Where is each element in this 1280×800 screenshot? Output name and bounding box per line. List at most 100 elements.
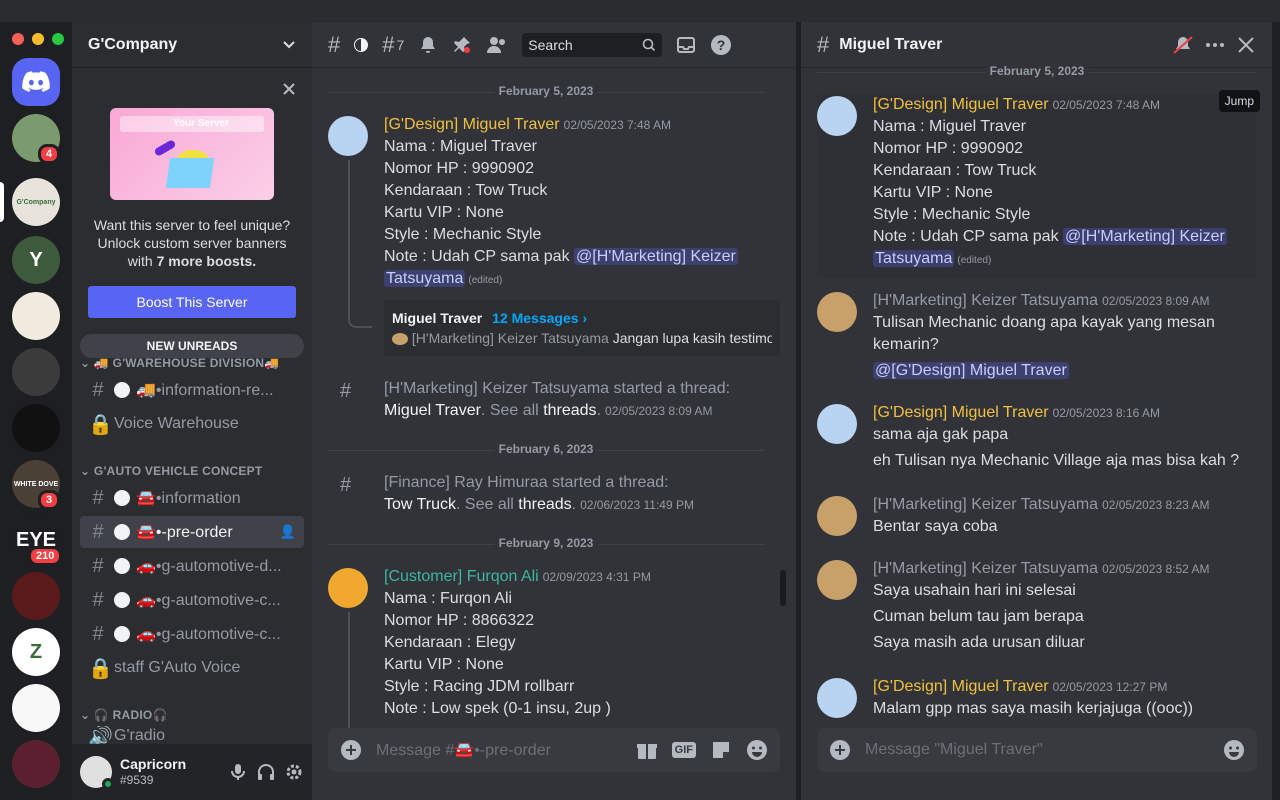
- thread-spine: [348, 160, 372, 328]
- minimize-window-button[interactable]: [32, 33, 44, 45]
- user-mention[interactable]: Tatsuyama: [873, 250, 955, 267]
- search-input[interactable]: Search: [522, 32, 663, 57]
- avatar[interactable]: [328, 568, 368, 608]
- user-mention[interactable]: @[H'Marketing] Keizer: [574, 248, 738, 265]
- close-icon[interactable]: [1236, 35, 1256, 55]
- emoji-icon[interactable]: [1223, 739, 1245, 761]
- gift-icon[interactable]: [636, 739, 658, 761]
- avatar[interactable]: [817, 404, 857, 444]
- avatar[interactable]: [817, 678, 857, 718]
- channel-automotive-c2[interactable]: # 🚗•g-automotive-c...: [80, 618, 304, 650]
- category-warehouse[interactable]: ⌄ 🚚 G'WAREHOUSE DIVISION🚚: [80, 356, 279, 370]
- message[interactable]: [G'Design] Miguel Traver 02/05/2023 7:48 …: [328, 114, 780, 356]
- message-author[interactable]: [G'Design] Miguel Traver: [873, 404, 1049, 421]
- message-author[interactable]: [H'Marketing] Keizer Tatsuyama: [873, 560, 1098, 577]
- thread-message[interactable]: [H'Marketing] Keizer Tatsuyama 02/05/2023…: [817, 558, 1256, 654]
- server-icon[interactable]: [12, 292, 60, 340]
- direct-messages-button[interactable]: [12, 58, 60, 106]
- sticker-icon[interactable]: [710, 739, 732, 761]
- channel-pre-order[interactable]: # 🚘•-pre-order 👤: [80, 516, 304, 548]
- emoji-icon[interactable]: [746, 739, 768, 761]
- thread-composer[interactable]: Message "Miguel Traver": [817, 728, 1257, 772]
- avatar[interactable]: [817, 496, 857, 536]
- gear-icon[interactable]: [284, 762, 304, 782]
- threads-link[interactable]: threads: [543, 402, 596, 419]
- scrollbar-thumb[interactable]: [780, 570, 786, 606]
- thread-message-input[interactable]: Message "Miguel Traver": [865, 741, 1209, 759]
- server-icon[interactable]: [12, 404, 60, 452]
- message-author[interactable]: [G'Design] Miguel Traver: [873, 96, 1049, 113]
- message[interactable]: [Customer] Furqon Ali 02/09/2023 4:31 PM …: [328, 566, 780, 728]
- inbox-icon[interactable]: [676, 35, 696, 55]
- threads-link[interactable]: threads: [518, 496, 571, 513]
- add-member-icon[interactable]: 👤: [280, 524, 296, 540]
- server-icon[interactable]: G'Company: [12, 178, 60, 226]
- user-mention[interactable]: Tatsuyama: [384, 270, 466, 287]
- zoom-window-button[interactable]: [52, 33, 64, 45]
- jump-button[interactable]: Jump: [1218, 90, 1260, 112]
- gif-button[interactable]: GIF: [671, 742, 696, 758]
- message-line: Nomor HP : 9990902: [384, 160, 535, 177]
- server-icon[interactable]: Y: [12, 236, 60, 284]
- microphone-icon[interactable]: [228, 762, 248, 782]
- add-attachment-icon[interactable]: [340, 739, 362, 761]
- avatar[interactable]: [80, 756, 114, 790]
- new-unreads-bar[interactable]: NEW UNREADS: [80, 334, 304, 358]
- close-window-button[interactable]: [12, 33, 24, 45]
- pin-icon[interactable]: [452, 35, 472, 55]
- message-author[interactable]: [H'Marketing] Keizer Tatsuyama: [873, 292, 1098, 309]
- boost-server-button[interactable]: Boost This Server: [88, 286, 296, 318]
- close-icon[interactable]: [282, 82, 296, 96]
- thread-last-author: [H'Marketing] Keizer Tatsuyama: [411, 330, 609, 346]
- avatar[interactable]: [817, 96, 857, 136]
- server-icon[interactable]: [12, 684, 60, 732]
- server-header[interactable]: G'Company: [72, 22, 312, 68]
- channel-voice-warehouse[interactable]: 🔒 Voice Warehouse: [80, 408, 304, 440]
- more-options-icon[interactable]: [1204, 35, 1226, 55]
- add-attachment-icon[interactable]: [829, 739, 851, 761]
- message-author[interactable]: [G'Design] Miguel Traver: [384, 116, 560, 133]
- server-icon[interactable]: [12, 740, 60, 788]
- user-name: Capricorn: [120, 756, 187, 772]
- channel-automotive-c1[interactable]: # 🚗•g-automotive-c...: [80, 584, 304, 616]
- channel-information[interactable]: # 🚘•information: [80, 482, 304, 514]
- thread-message[interactable]: [G'Design] Miguel Traver 02/05/2023 7:48 …: [817, 94, 1256, 278]
- channel-staff-voice[interactable]: 🔒 staff G'Auto Voice: [80, 652, 304, 684]
- avatar[interactable]: [817, 560, 857, 600]
- avatar[interactable]: [328, 116, 368, 156]
- message-composer[interactable]: Message #🚘•-pre-order GIF: [328, 728, 780, 772]
- user-mention[interactable]: @[H'Marketing] Keizer: [1063, 228, 1227, 245]
- message-author[interactable]: [G'Design] Miguel Traver: [873, 678, 1049, 695]
- thread-message-count[interactable]: 12 Messages ›: [492, 310, 587, 326]
- thread-message[interactable]: [G'Design] Miguel Traver 02/05/2023 8:16 …: [817, 402, 1256, 472]
- channel-information-re[interactable]: # 🚚•information-re...: [80, 374, 304, 406]
- bell-icon[interactable]: [418, 35, 438, 55]
- category-radio[interactable]: ⌄ 🎧 RADIO🎧: [80, 708, 168, 722]
- help-icon[interactable]: ?: [710, 34, 732, 56]
- bell-muted-icon[interactable]: [1172, 35, 1194, 55]
- hash-icon: #: [92, 622, 104, 645]
- server-icon[interactable]: [12, 572, 60, 620]
- message-author[interactable]: [Customer] Furqon Ali: [384, 568, 539, 585]
- channel-radio[interactable]: 🔊 G'radio: [80, 726, 304, 746]
- category-auto-vehicle[interactable]: ⌄ G'AUTO VEHICLE CONCEPT: [80, 464, 262, 478]
- server-label: WHITE DOVE: [13, 480, 59, 488]
- thread-title: Miguel Traver: [839, 35, 943, 53]
- headphones-icon[interactable]: [256, 762, 276, 782]
- thread-message[interactable]: [G'Design] Miguel Traver 02/05/2023 12:27…: [817, 676, 1256, 720]
- thread-link[interactable]: Miguel Traver: [384, 402, 481, 419]
- dot-icon: [114, 490, 130, 506]
- thread-link[interactable]: Tow Truck: [384, 496, 456, 513]
- thread-message[interactable]: [H'Marketing] Keizer Tatsuyama 02/05/2023…: [817, 290, 1256, 382]
- members-icon[interactable]: [486, 35, 508, 55]
- user-mention[interactable]: @[G'Design] Miguel Traver: [873, 362, 1069, 379]
- thread-message[interactable]: [H'Marketing] Keizer Tatsuyama 02/05/2023…: [817, 494, 1256, 538]
- message-input[interactable]: Message #🚘•-pre-order: [376, 740, 622, 760]
- channel-automotive-d[interactable]: # 🚗•g-automotive-d...: [80, 550, 304, 582]
- threads-button[interactable]: #7: [382, 32, 404, 58]
- thread-preview[interactable]: Miguel Traver 12 Messages › [H'Marketing…: [384, 300, 780, 356]
- server-icon[interactable]: [12, 348, 60, 396]
- message-author[interactable]: [H'Marketing] Keizer Tatsuyama: [873, 496, 1098, 513]
- server-icon[interactable]: Z: [12, 628, 60, 676]
- avatar[interactable]: [817, 292, 857, 332]
